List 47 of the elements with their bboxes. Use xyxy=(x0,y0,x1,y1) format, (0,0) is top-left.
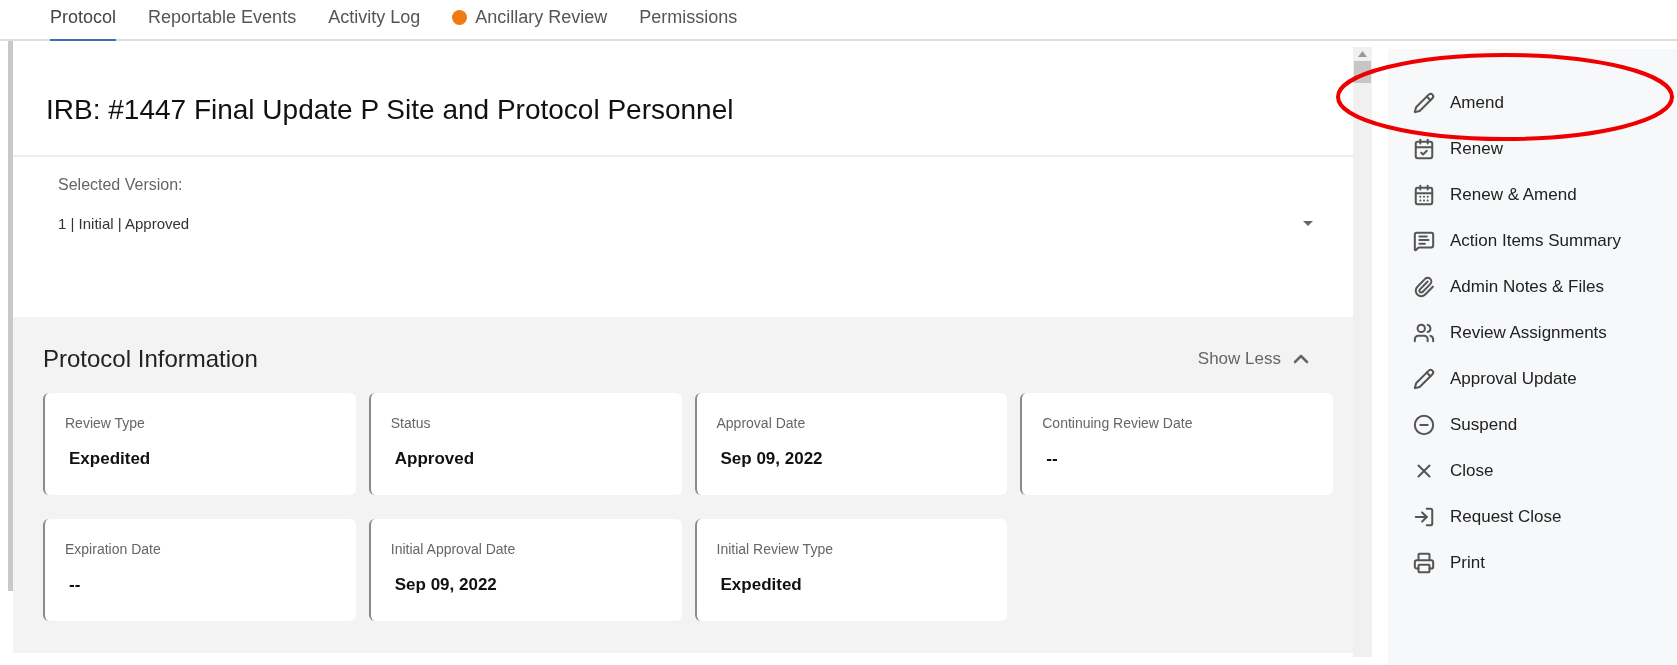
action-menu-item[interactable]: Admin Notes & Files xyxy=(1413,274,1677,300)
field-label: Selected Version: xyxy=(58,175,184,195)
calendar-check-icon xyxy=(1413,138,1435,160)
card-label: Approval Date xyxy=(716,414,807,433)
people-icon xyxy=(1413,322,1435,344)
pencil-icon xyxy=(1413,92,1435,114)
card-value: Sep 09, 2022 xyxy=(393,574,498,596)
tab[interactable]: Ancillary Review xyxy=(452,4,608,41)
card-value: -- xyxy=(68,574,82,596)
action-menu-item[interactable]: Renew xyxy=(1413,136,1677,162)
action-menu-item[interactable]: Amend xyxy=(1413,90,1677,116)
section-title: Protocol Information xyxy=(43,344,258,374)
card-label: Continuing Review Date xyxy=(1042,414,1194,433)
chat-icon xyxy=(1413,230,1435,252)
action-menu-item[interactable]: Suspend xyxy=(1413,412,1677,438)
action-menu-item[interactable]: Close xyxy=(1413,458,1677,484)
action-menu-item[interactable]: Print xyxy=(1413,550,1677,576)
tab[interactable]: Protocol xyxy=(50,4,117,41)
exit-arrow-icon xyxy=(1413,506,1435,528)
card-value: -- xyxy=(1045,448,1059,470)
pencil-icon xyxy=(1413,368,1435,390)
action-menu-item[interactable]: Renew & Amend xyxy=(1413,182,1677,208)
printer-icon xyxy=(1413,552,1435,574)
card-label: Review Type xyxy=(65,414,146,433)
card-value: Sep 09, 2022 xyxy=(719,448,824,470)
tab[interactable]: Reportable Events xyxy=(148,4,297,41)
minus-circle-icon xyxy=(1413,414,1435,436)
scroll-up-icon[interactable] xyxy=(1358,51,1367,57)
card-value: Expedited xyxy=(719,574,803,596)
card-label: Initial Review Type xyxy=(716,540,834,559)
paperclip-icon xyxy=(1413,276,1435,298)
dropdown-caret-icon xyxy=(1303,221,1313,228)
calendar-icon xyxy=(1413,184,1435,206)
action-menu-item[interactable]: Review Assignments xyxy=(1413,320,1677,346)
card-label: Initial Approval Date xyxy=(390,540,517,559)
card-value: Expedited xyxy=(68,448,152,470)
card-value: Approved xyxy=(393,448,476,470)
card-label: Status xyxy=(390,414,432,433)
page-title: IRB: #1447 Final Update P Site and Protocol Personnel xyxy=(46,93,734,127)
action-menu-item[interactable]: Request Close xyxy=(1413,504,1677,530)
tab[interactable]: Activity Log xyxy=(328,4,421,41)
card-label: Expiration Date xyxy=(65,540,162,559)
action-menu-item[interactable]: Approval Update xyxy=(1413,366,1677,392)
action-menu-item[interactable]: Action Items Summary xyxy=(1413,228,1677,254)
show-less-toggle[interactable]: Show Less xyxy=(1197,346,1313,372)
tab[interactable]: Permissions xyxy=(639,4,738,41)
version-dropdown[interactable]: 1 | Initial | Approved xyxy=(58,213,1313,236)
